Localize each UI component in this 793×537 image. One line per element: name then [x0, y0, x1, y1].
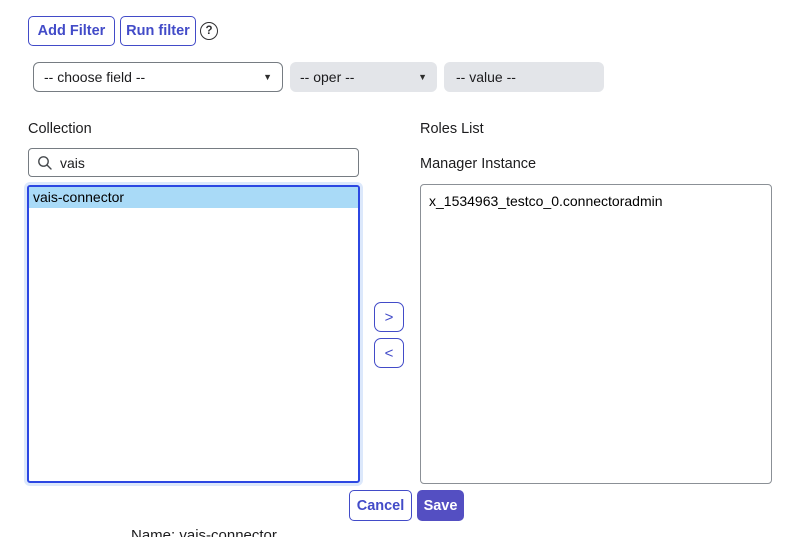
chevron-right-icon: > [385, 309, 394, 326]
list-item[interactable]: x_1534963_testco_0.connectoradmin [421, 185, 771, 212]
chevron-left-icon: < [385, 345, 394, 362]
roles-listbox[interactable]: x_1534963_testco_0.connectoradmin [420, 184, 772, 484]
list-item[interactable]: vais-connector [29, 187, 358, 208]
move-right-button[interactable]: > [374, 302, 404, 332]
value-input[interactable] [444, 62, 604, 92]
chevron-down-icon: ▼ [418, 72, 427, 82]
collection-search[interactable] [28, 148, 359, 177]
roles-list-label: Roles List [420, 121, 484, 137]
collection-search-input[interactable] [60, 155, 350, 171]
chevron-down-icon: ▼ [263, 72, 272, 82]
manager-instance-label: Manager Instance [420, 156, 536, 172]
filter-roles-panel: Add Filter Run filter ? -- choose field … [0, 0, 793, 537]
record-name-text: Name: vais-connector [131, 527, 277, 537]
field-select-value: -- choose field -- [44, 69, 145, 85]
add-filter-button[interactable]: Add Filter [28, 16, 115, 46]
collection-label: Collection [28, 121, 92, 137]
operator-select-value: -- oper -- [300, 69, 354, 85]
search-icon [37, 155, 53, 171]
collection-listbox[interactable]: vais-connector [27, 185, 360, 483]
cancel-button[interactable]: Cancel [349, 490, 412, 521]
help-icon[interactable]: ? [200, 22, 218, 40]
save-button[interactable]: Save [417, 490, 464, 521]
operator-select[interactable]: -- oper -- ▼ [290, 62, 437, 92]
field-select[interactable]: -- choose field -- ▼ [33, 62, 283, 92]
run-filter-button[interactable]: Run filter [120, 16, 196, 46]
move-left-button[interactable]: < [374, 338, 404, 368]
